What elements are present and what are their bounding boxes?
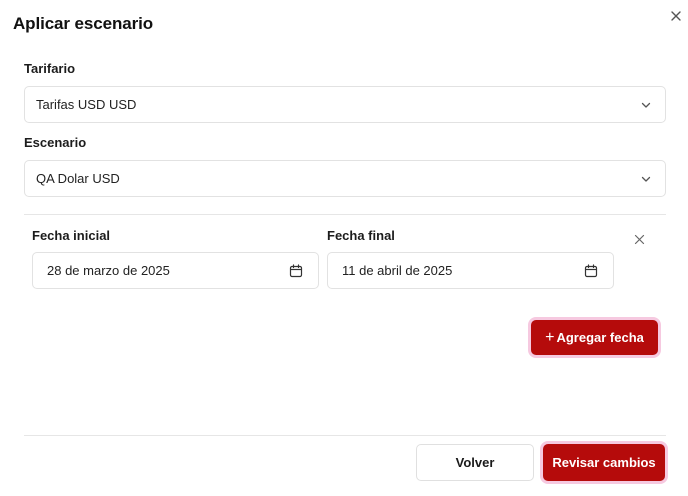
- end-date-label: Fecha final: [327, 228, 395, 243]
- review-changes-label: Revisar cambios: [552, 455, 656, 470]
- tarifario-select[interactable]: Tarifas USD USD: [24, 86, 666, 123]
- start-date-input[interactable]: 28 de marzo de 2025: [32, 252, 319, 289]
- calendar-icon[interactable]: [289, 264, 303, 278]
- end-date-value: 11 de abril de 2025: [342, 263, 453, 278]
- back-button-label: Volver: [455, 455, 495, 470]
- footer-divider: [24, 435, 666, 436]
- escenario-value: QA Dolar USD: [36, 171, 120, 186]
- dialog-title: Aplicar escenario: [13, 14, 154, 33]
- close-icon[interactable]: [668, 8, 684, 24]
- review-changes-button[interactable]: Revisar cambios: [543, 444, 665, 481]
- end-date-input[interactable]: 11 de abril de 2025: [327, 252, 614, 289]
- chevron-down-icon: [641, 102, 651, 108]
- start-date-label: Fecha inicial: [32, 228, 111, 243]
- escenario-select[interactable]: QA Dolar USD: [24, 160, 666, 197]
- back-button[interactable]: Volver: [416, 444, 534, 481]
- add-date-button[interactable]: + Agregar fecha: [531, 320, 658, 355]
- add-date-label: Agregar fecha: [556, 330, 644, 345]
- tarifario-label: Tarifario: [24, 61, 76, 76]
- start-date-value: 28 de marzo de 2025: [47, 263, 170, 278]
- section-divider: [24, 214, 666, 215]
- calendar-icon[interactable]: [584, 264, 598, 278]
- chevron-down-icon: [641, 176, 651, 182]
- remove-date-row-icon[interactable]: [633, 233, 646, 246]
- plus-icon: +: [545, 328, 555, 346]
- tarifario-value: Tarifas USD USD: [36, 97, 137, 112]
- escenario-label: Escenario: [24, 135, 87, 150]
- apply-scenario-dialog: Aplicar escenario Tarifario Tarifas USD …: [0, 0, 688, 496]
